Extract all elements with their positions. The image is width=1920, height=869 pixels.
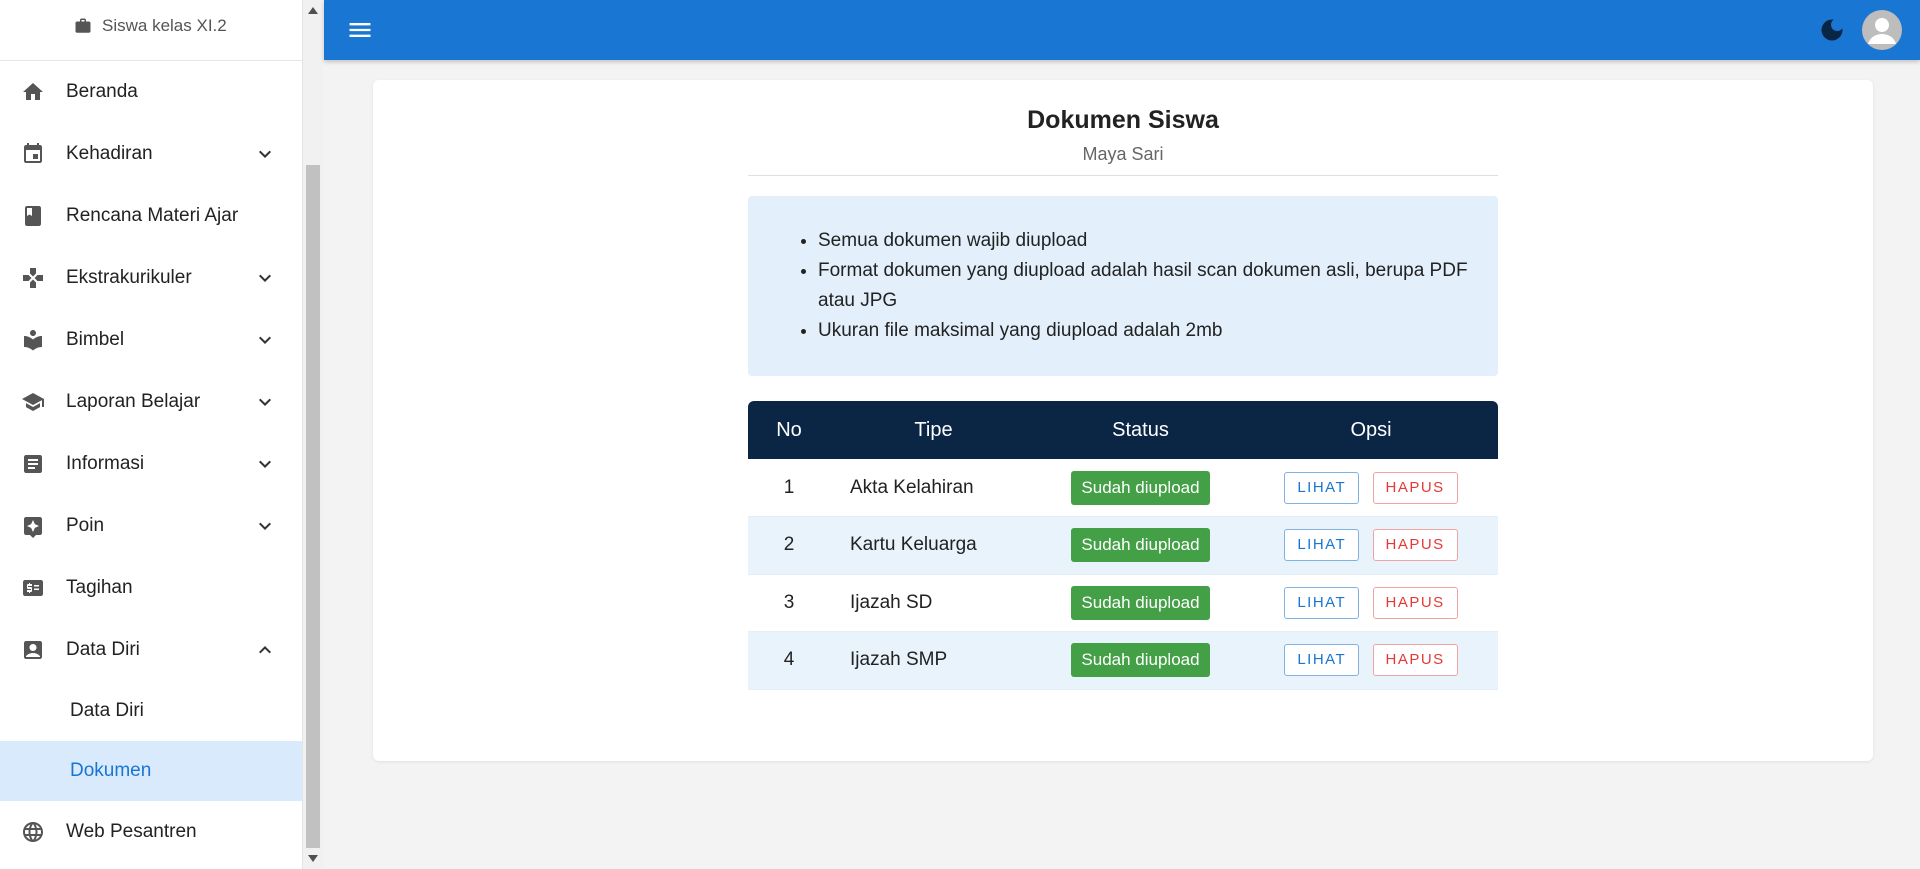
avatar[interactable] <box>1862 10 1902 50</box>
sidebar-item-label: Tagihan <box>66 577 133 598</box>
sidebar-item-informasi[interactable]: Informasi <box>0 433 302 495</box>
sidebar-item-beranda[interactable]: Beranda <box>0 61 302 123</box>
table-header-row: No Tipe Status Opsi <box>748 401 1498 459</box>
scrollbar-thumb[interactable] <box>306 165 320 848</box>
table-row: 3 Ijazah SD Sudah diupload LIHAT HAPUS <box>748 574 1498 632</box>
delete-button[interactable]: HAPUS <box>1372 471 1458 504</box>
sidebar-nav: Beranda Kehadiran Rencana Materi Ajar Ek… <box>0 61 302 863</box>
row-number: 3 <box>748 574 830 632</box>
status-badge: Sudah diupload <box>1071 643 1210 678</box>
document-type: Akta Kelahiran <box>830 459 1037 517</box>
upload-notes-box: Semua dokumen wajib diupload Format doku… <box>748 196 1498 376</box>
sidebar-item-bimbel[interactable]: Bimbel <box>0 309 302 371</box>
gamepad-icon <box>23 268 43 288</box>
row-number: 2 <box>748 516 830 575</box>
document-type: Ijazah SD <box>830 574 1037 632</box>
hamburger-menu-icon <box>349 23 371 37</box>
dark-mode-toggle[interactable] <box>1818 16 1846 44</box>
chevron-down-icon <box>259 336 271 344</box>
moon-icon <box>1821 19 1843 41</box>
page-title: Dokumen Siswa <box>1027 106 1219 134</box>
row-number: 1 <box>748 459 830 517</box>
sidebar-item-label: Beranda <box>66 81 138 102</box>
document-type: Kartu Keluarga <box>830 516 1037 575</box>
sidebar-item-label: Bimbel <box>66 329 125 350</box>
sidebar-item-data-diri[interactable]: Data Diri <box>0 619 302 681</box>
sidebar-item-tagihan[interactable]: Tagihan <box>0 557 302 619</box>
sidebar-item-laporan-belajar[interactable]: Laporan Belajar <box>0 371 302 433</box>
home-icon <box>23 83 43 100</box>
view-button[interactable]: LIHAT <box>1284 644 1360 677</box>
contact-icon <box>24 641 42 659</box>
globe-icon <box>23 822 43 842</box>
profile-role: Siswa kelas XI.2 <box>74 16 227 36</box>
delete-button[interactable]: HAPUS <box>1372 529 1458 562</box>
column-header-tipe: Tipe <box>830 401 1037 459</box>
table-row: 4 Ijazah SMP Sudah diupload LIHAT HAPUS <box>748 631 1498 690</box>
sidebar-item-label: Informasi <box>66 453 145 474</box>
upload-note: Semua dokumen wajib diupload <box>818 226 1468 256</box>
chevron-down-icon <box>259 398 271 406</box>
reading-icon <box>24 330 42 351</box>
scroll-up-arrow-icon[interactable] <box>308 7 318 14</box>
status-badge: Sudah diupload <box>1071 470 1210 505</box>
row-number: 4 <box>748 631 830 690</box>
title-divider <box>748 175 1498 176</box>
sidebar: Siswa kelas XI.2 Beranda Kehadiran Renca… <box>0 0 303 869</box>
user-avatar-icon <box>1868 18 1896 44</box>
upload-notes-list: Semua dokumen wajib diupload Format doku… <box>818 226 1468 346</box>
table-row: 2 Kartu Keluarga Sudah diupload LIHAT HA… <box>748 516 1498 575</box>
view-button[interactable]: LIHAT <box>1284 471 1360 504</box>
status-badge: Sudah diupload <box>1071 528 1210 563</box>
profile-role-text: Siswa kelas XI.2 <box>102 16 227 35</box>
sidebar-subitem-data-diri[interactable]: Data Diri <box>0 681 302 741</box>
upload-note: Format dokumen yang diupload adalah hasi… <box>818 256 1468 316</box>
column-header-opsi: Opsi <box>1244 401 1498 459</box>
sidebar-item-label: Laporan Belajar <box>66 391 201 412</box>
sidebar-item-kehadiran[interactable]: Kehadiran <box>0 123 302 185</box>
sidebar-item-poin[interactable]: Poin <box>0 495 302 557</box>
sidebar-item-label: Rencana Materi Ajar <box>66 205 239 226</box>
student-name: Maya Sari <box>1082 144 1164 164</box>
star-badge-icon <box>24 517 42 538</box>
sidebar-item-web-pesantren[interactable]: Web Pesantren <box>0 801 302 863</box>
school-icon <box>22 393 44 411</box>
sidebar-item-label: Kehadiran <box>66 143 153 164</box>
menu-button[interactable] <box>346 16 374 44</box>
sidebar-item-label: Web Pesantren <box>66 821 197 842</box>
column-header-status: Status <box>1037 401 1244 459</box>
chevron-up-icon <box>259 646 271 654</box>
delete-button[interactable]: HAPUS <box>1372 586 1458 619</box>
status-badge: Sudah diupload <box>1071 585 1210 620</box>
sidebar-item-label: Poin <box>66 515 105 536</box>
top-app-bar <box>324 0 1920 60</box>
column-header-no: No <box>748 401 830 459</box>
sidebar-item-rencana-materi-ajar[interactable]: Rencana Materi Ajar <box>0 185 302 247</box>
article-icon <box>24 455 42 473</box>
chevron-down-icon <box>259 150 271 158</box>
view-button[interactable]: LIHAT <box>1284 529 1360 562</box>
calendar-icon <box>24 143 42 163</box>
sidebar-item-ekstrakurikuler[interactable]: Ekstrakurikuler <box>0 247 302 309</box>
chevron-down-icon <box>259 460 271 468</box>
documents-table: No Tipe Status Opsi 1 Akta Kelahiran Sud… <box>748 401 1498 690</box>
chevron-down-icon <box>259 274 271 282</box>
document-type: Ijazah SMP <box>830 631 1037 690</box>
table-row: 1 Akta Kelahiran Sudah diupload LIHAT HA… <box>748 459 1498 517</box>
upload-note: Ukuran file maksimal yang diupload adala… <box>818 316 1468 346</box>
briefcase-icon <box>75 18 91 33</box>
sidebar-item-label: Data Diri <box>66 639 140 660</box>
book-icon <box>25 206 41 226</box>
scroll-down-arrow-icon[interactable] <box>308 855 318 862</box>
sidebar-subitem-dokumen[interactable]: Dokumen <box>0 741 302 801</box>
sidebar-scrollbar[interactable] <box>303 0 323 869</box>
main-card: Dokumen Siswa Maya Sari Semua dokumen wa… <box>373 80 1873 761</box>
sidebar-item-label: Ekstrakurikuler <box>66 267 192 288</box>
delete-button[interactable]: HAPUS <box>1372 644 1458 677</box>
billing-icon <box>23 580 43 596</box>
view-button[interactable]: LIHAT <box>1284 586 1360 619</box>
chevron-down-icon <box>259 522 271 530</box>
